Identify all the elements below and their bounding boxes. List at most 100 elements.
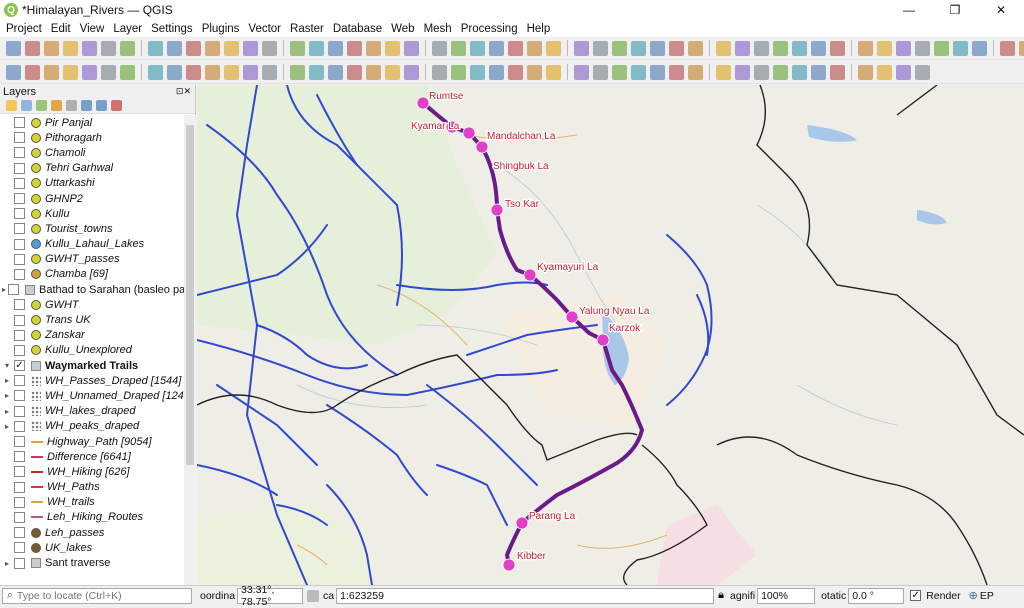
layer-visibility-checkbox[interactable] bbox=[14, 253, 25, 265]
expand-arrow-icon[interactable]: ▸ bbox=[2, 391, 12, 400]
layer-row[interactable]: GWHT bbox=[0, 297, 184, 312]
layer-visibility-checkbox[interactable] bbox=[14, 132, 25, 144]
layer-visibility-checkbox[interactable] bbox=[14, 451, 25, 463]
layer-row[interactable]: Chamoli bbox=[0, 145, 184, 160]
secondary-tool-22-icon[interactable] bbox=[432, 64, 447, 80]
rotation-field[interactable]: 0.0 ° bbox=[848, 587, 905, 604]
crs-label[interactable]: EP bbox=[980, 590, 994, 602]
secondary-tool-16-icon[interactable] bbox=[309, 64, 324, 80]
main-tool-49-icon[interactable] bbox=[972, 40, 987, 56]
layer-visibility-checkbox[interactable] bbox=[14, 299, 25, 311]
secondary-tool-33-icon[interactable] bbox=[650, 64, 665, 80]
pass-marker[interactable] bbox=[475, 140, 489, 154]
main-tool-46-icon[interactable] bbox=[915, 40, 930, 56]
layer-visibility-checkbox[interactable] bbox=[14, 193, 25, 205]
scrollbar-thumb[interactable] bbox=[186, 125, 194, 465]
secondary-tool-5-icon[interactable] bbox=[82, 64, 97, 80]
main-tool-1-icon[interactable] bbox=[6, 40, 21, 56]
main-tool-37-icon[interactable] bbox=[735, 40, 750, 56]
layer-row[interactable]: Highway_Path [9054] bbox=[0, 434, 184, 449]
main-tool-44-icon[interactable] bbox=[877, 40, 892, 56]
layer-visibility-checkbox[interactable] bbox=[14, 147, 25, 159]
main-tool-51-icon[interactable] bbox=[1019, 40, 1024, 56]
layer-visibility-checkbox[interactable] bbox=[8, 284, 20, 296]
layer-row[interactable]: UK_lakes bbox=[0, 540, 184, 555]
layer-visibility-checkbox[interactable] bbox=[14, 268, 25, 280]
layer-row[interactable]: WH_Hiking [626] bbox=[0, 464, 184, 479]
secondary-tool-26-icon[interactable] bbox=[508, 64, 523, 80]
secondary-tool-25-icon[interactable] bbox=[489, 64, 504, 80]
secondary-tool-14-icon[interactable] bbox=[262, 64, 277, 80]
maximize-button[interactable]: ❐ bbox=[932, 0, 978, 20]
main-tool-19-icon[interactable] bbox=[366, 40, 381, 56]
layer-row[interactable]: Kullu_Lahaul_Lakes bbox=[0, 237, 184, 252]
secondary-tool-45-icon[interactable] bbox=[896, 64, 911, 80]
main-tool-50-icon[interactable] bbox=[1000, 40, 1015, 56]
main-tool-11-icon[interactable] bbox=[205, 40, 220, 56]
layer-row[interactable]: ▸ Bathad to Sarahan (basleo pa bbox=[0, 282, 184, 297]
layer-row[interactable]: ▸ WH_Unnamed_Draped [124 bbox=[0, 388, 184, 403]
main-tool-8-icon[interactable] bbox=[148, 40, 163, 56]
main-tool-38-icon[interactable] bbox=[754, 40, 769, 56]
main-tool-12-icon[interactable] bbox=[224, 40, 239, 56]
panel-close-icon[interactable]: ⊡✕ bbox=[176, 86, 191, 97]
main-tool-26-icon[interactable] bbox=[508, 40, 523, 56]
layer-visibility-checkbox[interactable] bbox=[14, 390, 25, 402]
layer-row[interactable]: ▸ Sant traverse bbox=[0, 555, 184, 570]
layer-visibility-checkbox[interactable] bbox=[14, 511, 25, 523]
layer-row[interactable]: ▾ ✓ Waymarked Trails bbox=[0, 358, 184, 373]
main-tool-17-icon[interactable] bbox=[328, 40, 343, 56]
layer-row[interactable]: Chamba [69] bbox=[0, 267, 184, 282]
layer-row[interactable]: GWHT_passes bbox=[0, 252, 184, 267]
layer-row[interactable]: Tehri Garhwal bbox=[0, 161, 184, 176]
secondary-tool-44-icon[interactable] bbox=[877, 64, 892, 80]
secondary-tool-21-icon[interactable] bbox=[404, 64, 419, 80]
secondary-tool-4-icon[interactable] bbox=[63, 64, 78, 80]
menu-settings[interactable]: Settings bbox=[151, 23, 193, 35]
secondary-tool-7-icon[interactable] bbox=[120, 64, 135, 80]
layer-row[interactable]: Zanskar bbox=[0, 328, 184, 343]
close-button[interactable]: ✕ bbox=[978, 0, 1024, 20]
secondary-tool-41-icon[interactable] bbox=[811, 64, 826, 80]
expand-arrow-icon[interactable]: ▸ bbox=[2, 559, 12, 568]
layer-row[interactable]: Kullu_Unexplored bbox=[0, 343, 184, 358]
menu-processing[interactable]: Processing bbox=[461, 23, 518, 35]
lock-scale-icon[interactable]: 🔒︎ bbox=[718, 589, 724, 602]
layer-row[interactable]: GHNP2 bbox=[0, 191, 184, 206]
extents-toggle-icon[interactable] bbox=[307, 589, 320, 602]
layer-row[interactable]: ▸ WH_peaks_draped bbox=[0, 419, 184, 434]
add-group-icon[interactable] bbox=[21, 100, 32, 111]
secondary-tool-28-icon[interactable] bbox=[546, 64, 561, 80]
layer-row[interactable]: Kullu bbox=[0, 206, 184, 221]
main-tool-20-icon[interactable] bbox=[385, 40, 400, 56]
layer-visibility-checkbox[interactable] bbox=[14, 314, 25, 326]
main-tool-28-icon[interactable] bbox=[546, 40, 561, 56]
secondary-tool-10-icon[interactable] bbox=[186, 64, 201, 80]
main-tool-6-icon[interactable] bbox=[101, 40, 116, 56]
layer-visibility-checkbox[interactable] bbox=[14, 223, 25, 235]
secondary-tool-32-icon[interactable] bbox=[631, 64, 646, 80]
secondary-tool-12-icon[interactable] bbox=[224, 64, 239, 80]
main-tool-33-icon[interactable] bbox=[650, 40, 665, 56]
main-tool-22-icon[interactable] bbox=[432, 40, 447, 56]
magnifier-field[interactable]: 100% bbox=[757, 587, 816, 604]
secondary-tool-31-icon[interactable] bbox=[612, 64, 627, 80]
menu-view[interactable]: View bbox=[80, 23, 105, 35]
secondary-tool-29-icon[interactable] bbox=[574, 64, 589, 80]
secondary-tool-18-icon[interactable] bbox=[347, 64, 362, 80]
main-tool-25-icon[interactable] bbox=[489, 40, 504, 56]
layer-row[interactable]: WH_trails bbox=[0, 495, 184, 510]
expand-arrow-icon[interactable]: ▸ bbox=[2, 407, 12, 416]
menu-edit[interactable]: Edit bbox=[51, 23, 71, 35]
secondary-tool-36-icon[interactable] bbox=[716, 64, 731, 80]
secondary-tool-37-icon[interactable] bbox=[735, 64, 750, 80]
main-tool-16-icon[interactable] bbox=[309, 40, 324, 56]
remove-layer-icon[interactable] bbox=[111, 100, 122, 111]
pass-marker[interactable] bbox=[416, 96, 430, 110]
layer-row[interactable]: Tourist_towns bbox=[0, 221, 184, 236]
layer-visibility-checkbox[interactable] bbox=[14, 238, 25, 250]
secondary-tool-39-icon[interactable] bbox=[773, 64, 788, 80]
main-tool-13-icon[interactable] bbox=[243, 40, 258, 56]
crs-globe-icon[interactable]: ⊕ bbox=[969, 589, 978, 602]
secondary-tool-24-icon[interactable] bbox=[470, 64, 485, 80]
